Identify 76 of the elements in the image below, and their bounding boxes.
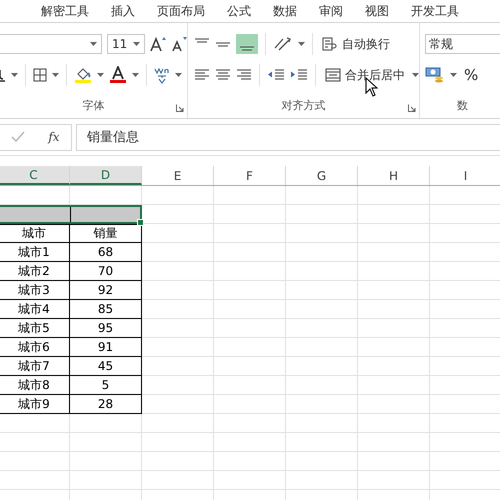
caret-icon	[133, 42, 140, 46]
column-header[interactable]: D	[70, 166, 142, 185]
table-cell: 5	[70, 376, 142, 395]
ribbon-tab[interactable]: 页面布局	[146, 2, 216, 20]
table-cell: 城市2	[0, 262, 70, 281]
increase-indent-icon[interactable]	[290, 68, 308, 82]
font-size-dropdown[interactable]: 11	[107, 34, 145, 54]
caret-icon[interactable]	[412, 73, 419, 77]
table-cell: 70	[70, 262, 142, 281]
wrap-text-icon	[322, 37, 338, 51]
percent-style-button[interactable]: %	[462, 66, 480, 84]
table-cell: 85	[70, 300, 142, 319]
fill-color-icon[interactable]	[74, 66, 92, 84]
table-cell: 城市9	[0, 395, 70, 414]
table-cell: 城市6	[0, 338, 70, 357]
table-cell: 城市7	[0, 357, 70, 376]
table-cell: 销量	[70, 224, 142, 243]
table-cell: 45	[70, 357, 142, 376]
caret-icon	[90, 42, 97, 46]
align-right-icon[interactable]	[236, 68, 252, 82]
merge-center-button[interactable]: 合并后居中	[323, 66, 407, 84]
table-cell: 城市	[0, 224, 70, 243]
ribbon-tab[interactable]: 审阅	[308, 2, 354, 20]
decrease-indent-icon[interactable]	[267, 68, 285, 82]
table-cell: 城市8	[0, 376, 70, 395]
dialog-launcher-icon[interactable]	[176, 104, 184, 112]
orientation-icon[interactable]	[273, 36, 293, 52]
phonetic-guide-icon[interactable]	[154, 66, 170, 84]
column-header[interactable]: G	[286, 166, 358, 185]
caret-icon[interactable]	[175, 73, 182, 77]
table-cell: 28	[70, 395, 142, 414]
insert-function-button[interactable]: fx	[48, 130, 60, 144]
column-header[interactable]: C	[0, 166, 70, 185]
bottom-align-icon[interactable]	[236, 34, 258, 54]
caret-icon[interactable]	[132, 73, 139, 77]
align-center-icon[interactable]	[215, 68, 231, 82]
ribbon-tab[interactable]: 视图	[354, 2, 400, 20]
formula-input-field[interactable]: 销量信息	[76, 124, 500, 150]
table-cell: 城市3	[0, 281, 70, 300]
column-header[interactable]: I	[430, 166, 500, 185]
group-label: 对齐方式	[282, 99, 326, 112]
table-cell: 68	[70, 243, 142, 262]
table-cell: 92	[70, 281, 142, 300]
column-header[interactable]: E	[142, 166, 214, 185]
check-icon[interactable]	[11, 131, 26, 143]
group-label: 字体	[82, 99, 104, 112]
underline-icon[interactable]	[0, 68, 6, 82]
table-cell: 91	[70, 338, 142, 357]
table-cell: 城市4	[0, 300, 70, 319]
ribbon-tab[interactable]: 公式	[216, 2, 262, 20]
ribbon-tab[interactable]: 插入	[100, 2, 146, 20]
caret-icon[interactable]	[450, 73, 457, 77]
borders-icon[interactable]	[33, 68, 47, 82]
caret-icon[interactable]	[97, 73, 104, 77]
column-header[interactable]: H	[358, 166, 430, 185]
currency-icon[interactable]	[425, 66, 445, 84]
caret-icon[interactable]	[11, 73, 18, 77]
dialog-launcher-icon[interactable]	[408, 104, 416, 112]
column-header[interactable]: F	[214, 166, 286, 185]
caret-icon[interactable]	[298, 42, 305, 46]
decrease-font-size-icon[interactable]	[171, 36, 187, 52]
increase-font-size-icon[interactable]	[150, 36, 166, 52]
table-cell: 95	[70, 319, 142, 338]
table-cell: 城市5	[0, 319, 70, 338]
table-cell: 城市1	[0, 243, 70, 262]
ribbon-tab[interactable]: 开发工具	[400, 2, 470, 20]
ribbon-tab[interactable]: 解密工具	[30, 2, 100, 20]
align-left-icon[interactable]	[194, 68, 210, 82]
font-color-icon[interactable]	[109, 66, 127, 84]
merge-cells-icon	[325, 68, 341, 82]
number-format-dropdown[interactable]: 常规	[425, 34, 500, 54]
ribbon-tab[interactable]: 数据	[262, 2, 308, 20]
selected-merged-cell[interactable]	[0, 205, 142, 224]
wrap-text-button[interactable]: 自动换行	[320, 36, 392, 52]
caret-icon[interactable]	[52, 73, 59, 77]
group-label: 数	[457, 99, 468, 112]
